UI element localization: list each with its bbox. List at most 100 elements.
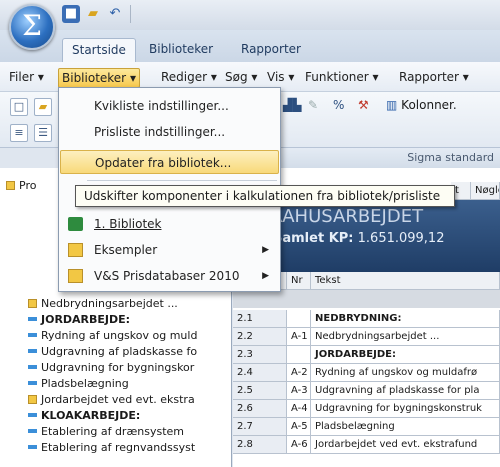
tab-biblioteker[interactable]: Biblioteker (140, 38, 222, 62)
folder-icon (28, 395, 37, 404)
row-nr[interactable] (287, 310, 311, 328)
sigma-standard-label: Sigma standard (280, 148, 500, 168)
row-nr[interactable]: A-3 (287, 382, 311, 400)
ribbon-tabs: Startside Biblioteker Rapporter (0, 30, 500, 62)
list-item[interactable]: Pladsbelægning (28, 376, 129, 392)
tab-startside[interactable]: Startside (62, 38, 136, 62)
list-item[interactable]: Udgravning af pladskasse fo (28, 344, 197, 360)
item-icon (28, 333, 37, 337)
open-icon[interactable]: ▰ (34, 98, 52, 116)
column-header[interactable]: Tekst (311, 272, 500, 290)
samlet-kp: Samlet KP: 1.651.099,12 (273, 231, 445, 246)
row-id[interactable]: 2.8 (233, 436, 287, 454)
row-id[interactable]: 2.4 (233, 364, 287, 382)
save-icon[interactable]: ■ (62, 5, 80, 23)
excel-icon (68, 217, 83, 231)
row-id[interactable]: 2.1 (233, 310, 287, 328)
row-tekst[interactable]: Jordarbejdet ved evt. ekstrafund (311, 436, 500, 454)
chevron-down-icon: ▾ (37, 70, 44, 84)
folder-icon (68, 243, 83, 257)
chevron-right-icon: ▶ (262, 245, 269, 255)
column-header[interactable]: Nr (287, 272, 311, 290)
percent-icon[interactable]: % (333, 98, 344, 112)
item-icon (28, 349, 37, 353)
row-nr[interactable] (287, 346, 311, 364)
tree-view-icon[interactable]: ≡ (10, 124, 28, 142)
menu-funktioner[interactable]: Funktioner ▾ (302, 68, 382, 88)
row-id[interactable]: 2.2 (233, 328, 287, 346)
list-item[interactable]: Udgravning for bygningskor (28, 360, 194, 376)
binoculars-icon[interactable]: ▟▙ (283, 98, 301, 112)
row-nr[interactable]: A-4 (287, 400, 311, 418)
chevron-down-icon: ▾ (288, 70, 295, 84)
list-item[interactable]: Jordarbejdet ved evt. ekstra (28, 392, 195, 408)
menu-rapporter[interactable]: Rapporter ▾ (396, 68, 472, 88)
folder-icon (28, 299, 37, 308)
item-icon (28, 365, 37, 369)
list-item[interactable]: KLOAKARBEJDE: (28, 408, 140, 424)
tab-rapporter[interactable]: Rapporter (232, 38, 310, 62)
item-icon (28, 429, 37, 433)
item-icon (28, 413, 37, 417)
row-tekst[interactable]: JORDARBEJDE: (311, 346, 500, 364)
row-tekst[interactable]: Udgravning for bygningskonstruk (311, 400, 500, 418)
chevron-down-icon: ▾ (462, 70, 469, 84)
open-folder-icon[interactable]: ▰ (84, 5, 102, 23)
row-id[interactable]: 2.3 (233, 346, 287, 364)
row-tekst[interactable]: Pladsbelægning (311, 418, 500, 436)
list-item[interactable]: JORDARBEJDE: (28, 312, 130, 328)
menu-item-bibliotek[interactable]: 1. Bibliotek (60, 212, 279, 236)
menu-separator (87, 180, 277, 181)
chevron-down-icon: ▾ (210, 70, 217, 84)
row-id[interactable]: 2.6 (233, 400, 287, 418)
row-tekst[interactable]: Udgravning af pladskasse for pla (311, 382, 500, 400)
item-icon (28, 381, 37, 385)
menu-item-prisliste[interactable]: Prisliste indstillinger... (60, 120, 279, 144)
menu-item-vs-prisdatabaser[interactable]: V&S Prisdatabaser 2010 ▶ (60, 264, 279, 288)
folder-icon (6, 181, 15, 190)
row-nr[interactable]: A-2 (287, 364, 311, 382)
tooltip: Udskifter komponenter i kalkulationen fr… (75, 185, 455, 207)
row-tekst[interactable]: NEDBRYDNING: (311, 310, 500, 328)
menu-biblioteker[interactable]: Biblioteker ▾ (58, 68, 140, 88)
tree-root[interactable]: Pro (6, 178, 36, 194)
folder-icon (68, 269, 83, 283)
item-icon (28, 445, 37, 449)
row-nr[interactable]: A-6 (287, 436, 311, 454)
qat-customize-icon[interactable] (130, 5, 144, 23)
list-item[interactable]: Nedbrydningsarbejdet ... (28, 296, 178, 312)
row-id[interactable]: 2.7 (233, 418, 287, 436)
application-menu-button[interactable]: Σ (9, 4, 55, 50)
columns-icon: ▥ (386, 98, 398, 112)
row-tekst[interactable]: Rydning af ungskov og muldafrø (311, 364, 500, 382)
column-header[interactable]: Nøgle (471, 182, 500, 200)
row-nr[interactable]: A-1 (287, 328, 311, 346)
table-body: 2.1 NEDBRYDNING: 2.2 A-1 Nedbrydningsarb… (233, 310, 500, 467)
item-icon (28, 317, 37, 321)
row-tekst[interactable]: Nedbrydningsarbejdet ... (311, 328, 500, 346)
menu-filer[interactable]: Filer ▾ (6, 68, 47, 88)
list-item[interactable]: Etablering af regnvandssyst (28, 440, 195, 456)
menu-item-opdater[interactable]: Opdater fra bibliotek... (60, 150, 279, 174)
tool-icon[interactable]: ⚒ (358, 98, 369, 112)
title-bar: ■ ▰ ↶ (0, 0, 500, 30)
chevron-down-icon: ▾ (372, 70, 379, 84)
menu-sog[interactable]: Søg ▾ (222, 68, 260, 88)
row-nr[interactable]: A-5 (287, 418, 311, 436)
list-view-icon[interactable]: ☰ (34, 124, 52, 142)
new-document-icon[interactable]: □ (10, 98, 28, 116)
list-item[interactable]: Etablering af drænsystem (28, 424, 184, 440)
menu-vis[interactable]: Vis ▾ (264, 68, 297, 88)
menu-item-kvikliste[interactable]: Kvikliste indstillinger... (60, 94, 279, 118)
chevron-right-icon: ▶ (262, 271, 269, 281)
chevron-down-icon: ▾ (251, 70, 258, 84)
row-id[interactable]: 2.5 (233, 382, 287, 400)
columns-button[interactable]: ▥ Kolonner. (386, 98, 457, 112)
list-item[interactable]: Rydning af ungskov og muld (28, 328, 197, 344)
user-search-icon[interactable]: ✎ (308, 98, 318, 112)
group-row (233, 290, 500, 308)
chevron-down-icon: ▾ (129, 71, 136, 85)
menu-rediger[interactable]: Rediger ▾ (158, 68, 220, 88)
menu-item-eksempler[interactable]: Eksempler ▶ (60, 238, 279, 262)
undo-icon[interactable]: ↶ (106, 5, 124, 23)
